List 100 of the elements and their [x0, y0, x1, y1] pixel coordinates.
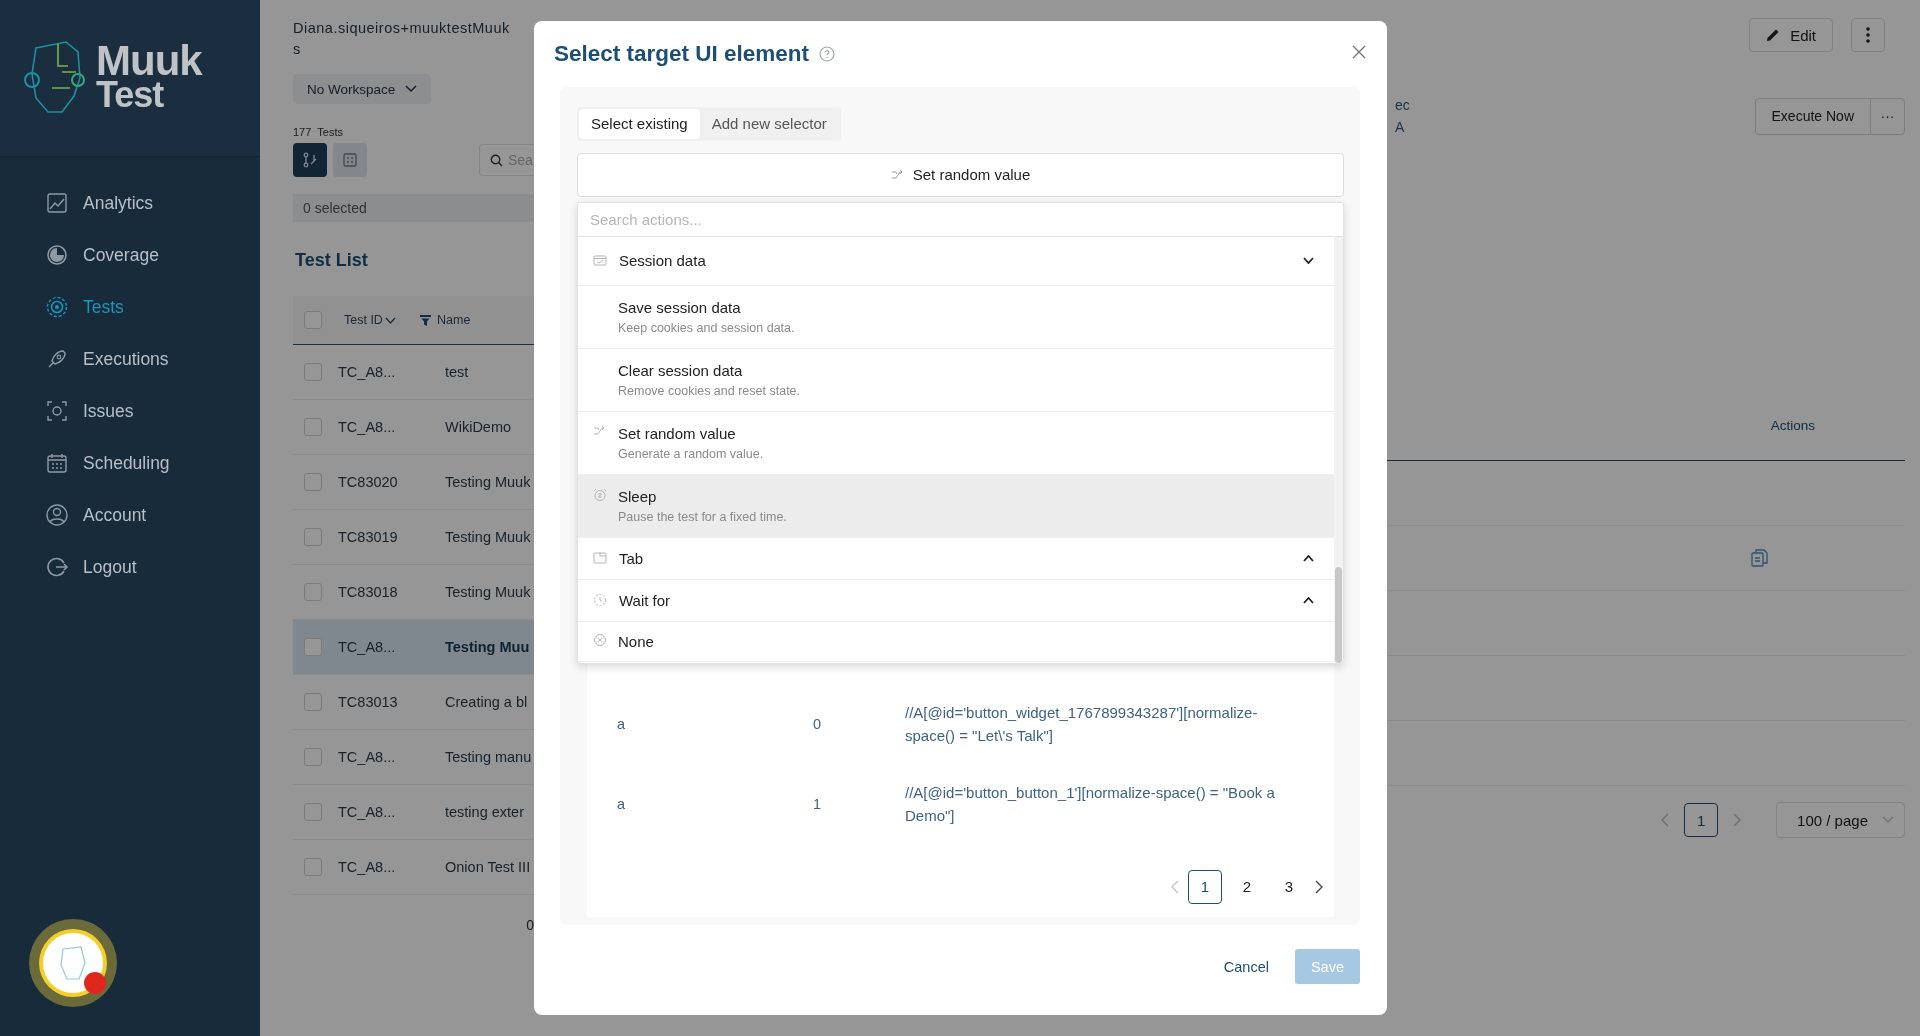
chevron-up-icon: [1303, 554, 1314, 562]
table-cell: Creating a bl: [445, 694, 528, 710]
dialog-title: Select target UI element: [554, 40, 810, 67]
workspace-dropdown[interactable]: No Workspace: [293, 74, 432, 104]
help-icon[interactable]: [819, 45, 836, 62]
edit-button[interactable]: Edit: [1749, 18, 1833, 52]
page-button[interactable]: 1: [1188, 869, 1222, 904]
execute-now-button[interactable]: Execute Now: [1755, 98, 1870, 134]
option-description: Pause the test for a fixed time.: [618, 509, 787, 524]
page-button[interactable]: 2: [1230, 869, 1264, 904]
row-checkbox[interactable]: [304, 858, 322, 876]
row-checkbox[interactable]: [304, 748, 322, 766]
table-cell: WikiDemo: [445, 419, 512, 435]
page-size-select[interactable]: 100 / page: [1776, 802, 1905, 838]
nav-item[interactable]: Scheduling: [0, 442, 260, 484]
more-options-button[interactable]: [1851, 18, 1885, 52]
column-header: Name: [437, 313, 471, 327]
nav-item[interactable]: Tests: [0, 286, 260, 328]
alarm-icon: [593, 487, 607, 502]
selection-count: 0 selected: [293, 194, 534, 222]
pencil-icon: [1766, 28, 1781, 42]
group-header[interactable]: Wait for: [578, 579, 1334, 622]
action-option[interactable]: None: [578, 621, 1334, 662]
text-fragment: ec: [1395, 96, 1410, 115]
row-checkbox[interactable]: [304, 473, 322, 491]
tab[interactable]: Add new selector: [699, 108, 839, 139]
row-checkbox[interactable]: [304, 638, 322, 656]
option-description: Remove cookies and reset state.: [618, 383, 801, 398]
section-title: Test List: [294, 250, 369, 271]
action-option[interactable]: Clear session data Remove cookies and reset state.: [578, 348, 1334, 412]
list-footer-text: 0: [526, 917, 534, 933]
cancel-button[interactable]: Cancel: [1217, 957, 1275, 976]
view-toggle[interactable]: [293, 143, 327, 177]
table-cell: Testing Muuk: [445, 474, 531, 490]
column-header: Test ID: [344, 313, 383, 327]
table-cell-text: TC_A8...: [338, 419, 397, 435]
test-count: 177: [293, 126, 312, 138]
nav-item[interactable]: Account: [0, 494, 260, 536]
nav-item[interactable]: Issues: [0, 390, 260, 432]
chevron-down-icon: [405, 85, 418, 93]
action-option[interactable]: Save session data Keep cookies and session data.: [578, 285, 1334, 349]
window-icon: [593, 551, 607, 565]
group-label: Tab: [619, 549, 645, 567]
table-cell-text: TC83018: [338, 584, 399, 600]
row-checkbox[interactable]: [304, 363, 322, 381]
header-checkbox[interactable]: [304, 311, 322, 329]
logout-icon: [45, 555, 69, 579]
tab[interactable]: Select existing: [579, 108, 700, 139]
row-checkbox[interactable]: [304, 803, 322, 821]
table-cell: Testing Muuk: [445, 584, 531, 600]
nav-item[interactable]: Logout: [0, 546, 260, 588]
test-count-label: Tests: [317, 126, 344, 138]
chevron-left-icon[interactable]: [1170, 879, 1180, 894]
view-toggle[interactable]: [333, 143, 367, 177]
chevron-up-icon: [1303, 596, 1314, 604]
nav-item[interactable]: Coverage: [0, 234, 260, 276]
table-row[interactable]: TC_A8... Testing Muu: [293, 620, 534, 675]
search-icon: [490, 153, 503, 167]
table-cell-text: //A[@id='button_widget_1767899343287'][normalize-space() = "Let\'s Talk"]: [905, 702, 1259, 746]
text-fragment: A: [1395, 118, 1406, 137]
group-header[interactable]: Session data: [578, 236, 1334, 286]
chevron-down-icon: [384, 316, 396, 324]
table-cell: Testing Muu: [445, 639, 530, 655]
table-cell-text: TC_A8...: [338, 639, 397, 655]
table-cell: Onion Test III: [445, 859, 531, 875]
chevron-right-icon[interactable]: [1314, 879, 1324, 894]
table-cell-text: //A[@id='button_button_1'][normalize-space() = "Book a Demo"]: [905, 782, 1276, 826]
group-label: Wait for: [619, 591, 672, 609]
account-name: s: [293, 40, 302, 59]
option-title: None: [618, 632, 654, 650]
nav-item[interactable]: Executions: [0, 338, 260, 380]
kebab-icon: [1866, 27, 1870, 43]
row-checkbox[interactable]: [304, 528, 322, 546]
option-title: Clear session data: [618, 361, 744, 379]
scrollbar-thumb[interactable]: [1335, 566, 1342, 663]
chevron-left-icon[interactable]: [1660, 813, 1671, 827]
shuffle-icon: [890, 168, 903, 181]
calendar-icon: [45, 451, 69, 475]
action-option[interactable]: Set random value Generate a random value.: [578, 411, 1334, 475]
target-icon: [45, 295, 69, 319]
option-description: Keep cookies and session data.: [618, 320, 795, 335]
page-button[interactable]: 3: [1272, 869, 1306, 904]
more-button[interactable]: ···: [1870, 98, 1904, 134]
copy-icon[interactable]: [1750, 548, 1770, 568]
row-checkbox[interactable]: [304, 693, 322, 711]
group-header[interactable]: Tab: [578, 537, 1334, 580]
filter-icon[interactable]: [420, 314, 431, 326]
row-checkbox[interactable]: [304, 583, 322, 601]
nav-item[interactable]: Analytics: [0, 182, 260, 224]
page-button[interactable]: 1: [1684, 803, 1719, 837]
action-option[interactable]: Sleep Pause the test for a fixed time.: [578, 474, 1334, 538]
table-cell-text: a: [616, 795, 627, 812]
option-title: Save session data: [618, 298, 742, 316]
option-title: Sleep: [618, 487, 658, 505]
action-selector[interactable]: Set random value: [577, 152, 1344, 197]
table-cell: test: [445, 364, 469, 380]
row-checkbox[interactable]: [304, 418, 322, 436]
calendar-icon: [593, 253, 607, 268]
group-label: Session data: [619, 252, 707, 269]
table-cell-text: 0: [813, 715, 823, 732]
